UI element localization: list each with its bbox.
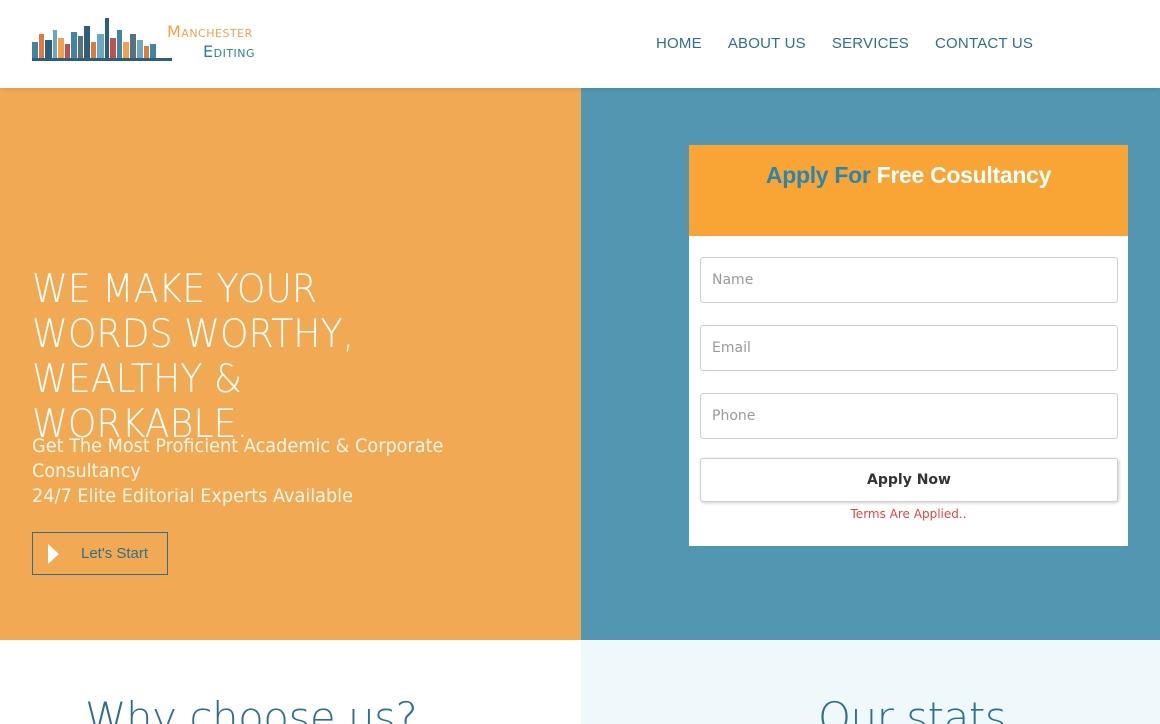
- hero-subline: Get The Most Proficient Academic & Corpo…: [32, 434, 534, 509]
- lets-start-label: Let's Start: [81, 545, 149, 562]
- nav-services[interactable]: SERVICES: [832, 35, 909, 52]
- email-input[interactable]: [700, 325, 1118, 371]
- stats-title: Our stats: [818, 693, 1007, 724]
- terms-note: Terms Are Applied..: [850, 507, 967, 521]
- hero-subline-1: Get The Most Proficient Academic & Corpo…: [32, 435, 444, 482]
- site-header: Manchester Editing HOME ABOUT US SERVICE…: [0, 0, 1160, 88]
- consultancy-form-card: Apply For Free Cosultancy Apply Now Term…: [689, 145, 1128, 546]
- logo-wordmark: Manchester Editing: [167, 22, 255, 62]
- lets-start-button[interactable]: Let's Start: [32, 532, 168, 575]
- why-choose-title: Why choose us?: [85, 693, 418, 724]
- nav-about-us[interactable]: ABOUT US: [728, 35, 806, 52]
- apply-now-button[interactable]: Apply Now: [700, 458, 1118, 502]
- form-title-rest: Free Cosultancy: [876, 162, 1052, 188]
- hero-subline-2: 24/7 Elite Editorial Experts Available: [32, 485, 353, 507]
- hero-headline: WE MAKE YOUR WORDS WORTHY, WEALTHY & WOR…: [32, 267, 355, 447]
- name-input[interactable]: [700, 257, 1118, 303]
- form-title: Apply For Free Cosultancy: [766, 162, 1051, 236]
- phone-input[interactable]: [700, 393, 1118, 439]
- nav-contact-us[interactable]: CONTACT US: [935, 35, 1033, 52]
- logo-line-2: Editing: [203, 42, 256, 61]
- city-skyline-icon: [32, 18, 172, 61]
- form-header: Apply For Free Cosultancy: [689, 145, 1128, 236]
- logo-line-1: Manchester: [167, 22, 253, 41]
- site-logo[interactable]: Manchester Editing: [32, 16, 262, 62]
- play-icon: [48, 543, 59, 564]
- main-nav: HOME ABOUT US SERVICES CONTACT US: [656, 35, 1033, 52]
- nav-home[interactable]: HOME: [656, 35, 702, 52]
- form-title-accent: Apply For: [765, 162, 871, 188]
